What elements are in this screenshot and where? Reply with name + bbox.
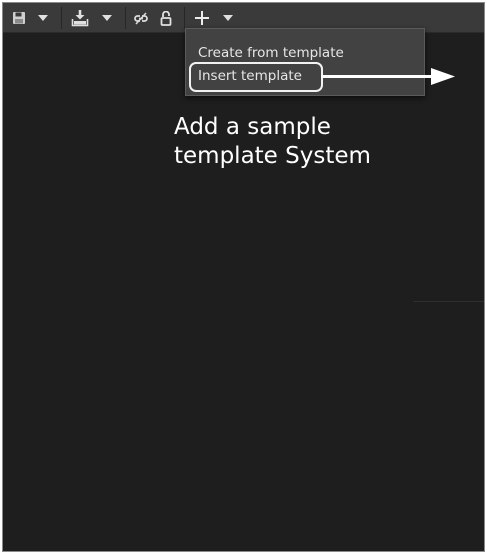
arrow-right-icon	[321, 68, 455, 85]
annotation-line-2: template System	[174, 143, 371, 169]
chevron-down-icon	[223, 15, 233, 21]
lock-button[interactable]	[156, 7, 176, 29]
editor-window: Create from template Insert template Add…	[2, 2, 485, 552]
chevron-down-icon	[38, 15, 48, 21]
menu-item-create-from-template[interactable]: Create from template	[198, 45, 344, 61]
save-options-dropdown[interactable]	[35, 7, 51, 29]
toolbar-divider	[61, 7, 62, 29]
menu-item-highlight	[189, 62, 323, 92]
toolbar-divider	[125, 7, 126, 29]
broken-link-icon	[134, 12, 148, 25]
annotation-line-1: Add a sample	[174, 114, 331, 140]
plus-icon	[195, 11, 209, 25]
divider-line	[413, 301, 484, 302]
chevron-down-icon	[102, 15, 112, 21]
add-button[interactable]	[190, 7, 214, 29]
import-options-dropdown[interactable]	[99, 7, 115, 29]
add-options-dropdown[interactable]	[220, 7, 236, 29]
annotation-callout: Add a sample template System	[174, 113, 371, 171]
download-tray-icon	[71, 10, 89, 27]
unlock-icon	[160, 10, 172, 26]
floppy-disk-icon	[13, 12, 25, 24]
import-button[interactable]	[67, 7, 93, 29]
link-button[interactable]	[130, 7, 152, 29]
toolbar-divider	[184, 7, 185, 29]
save-button[interactable]	[7, 7, 31, 29]
